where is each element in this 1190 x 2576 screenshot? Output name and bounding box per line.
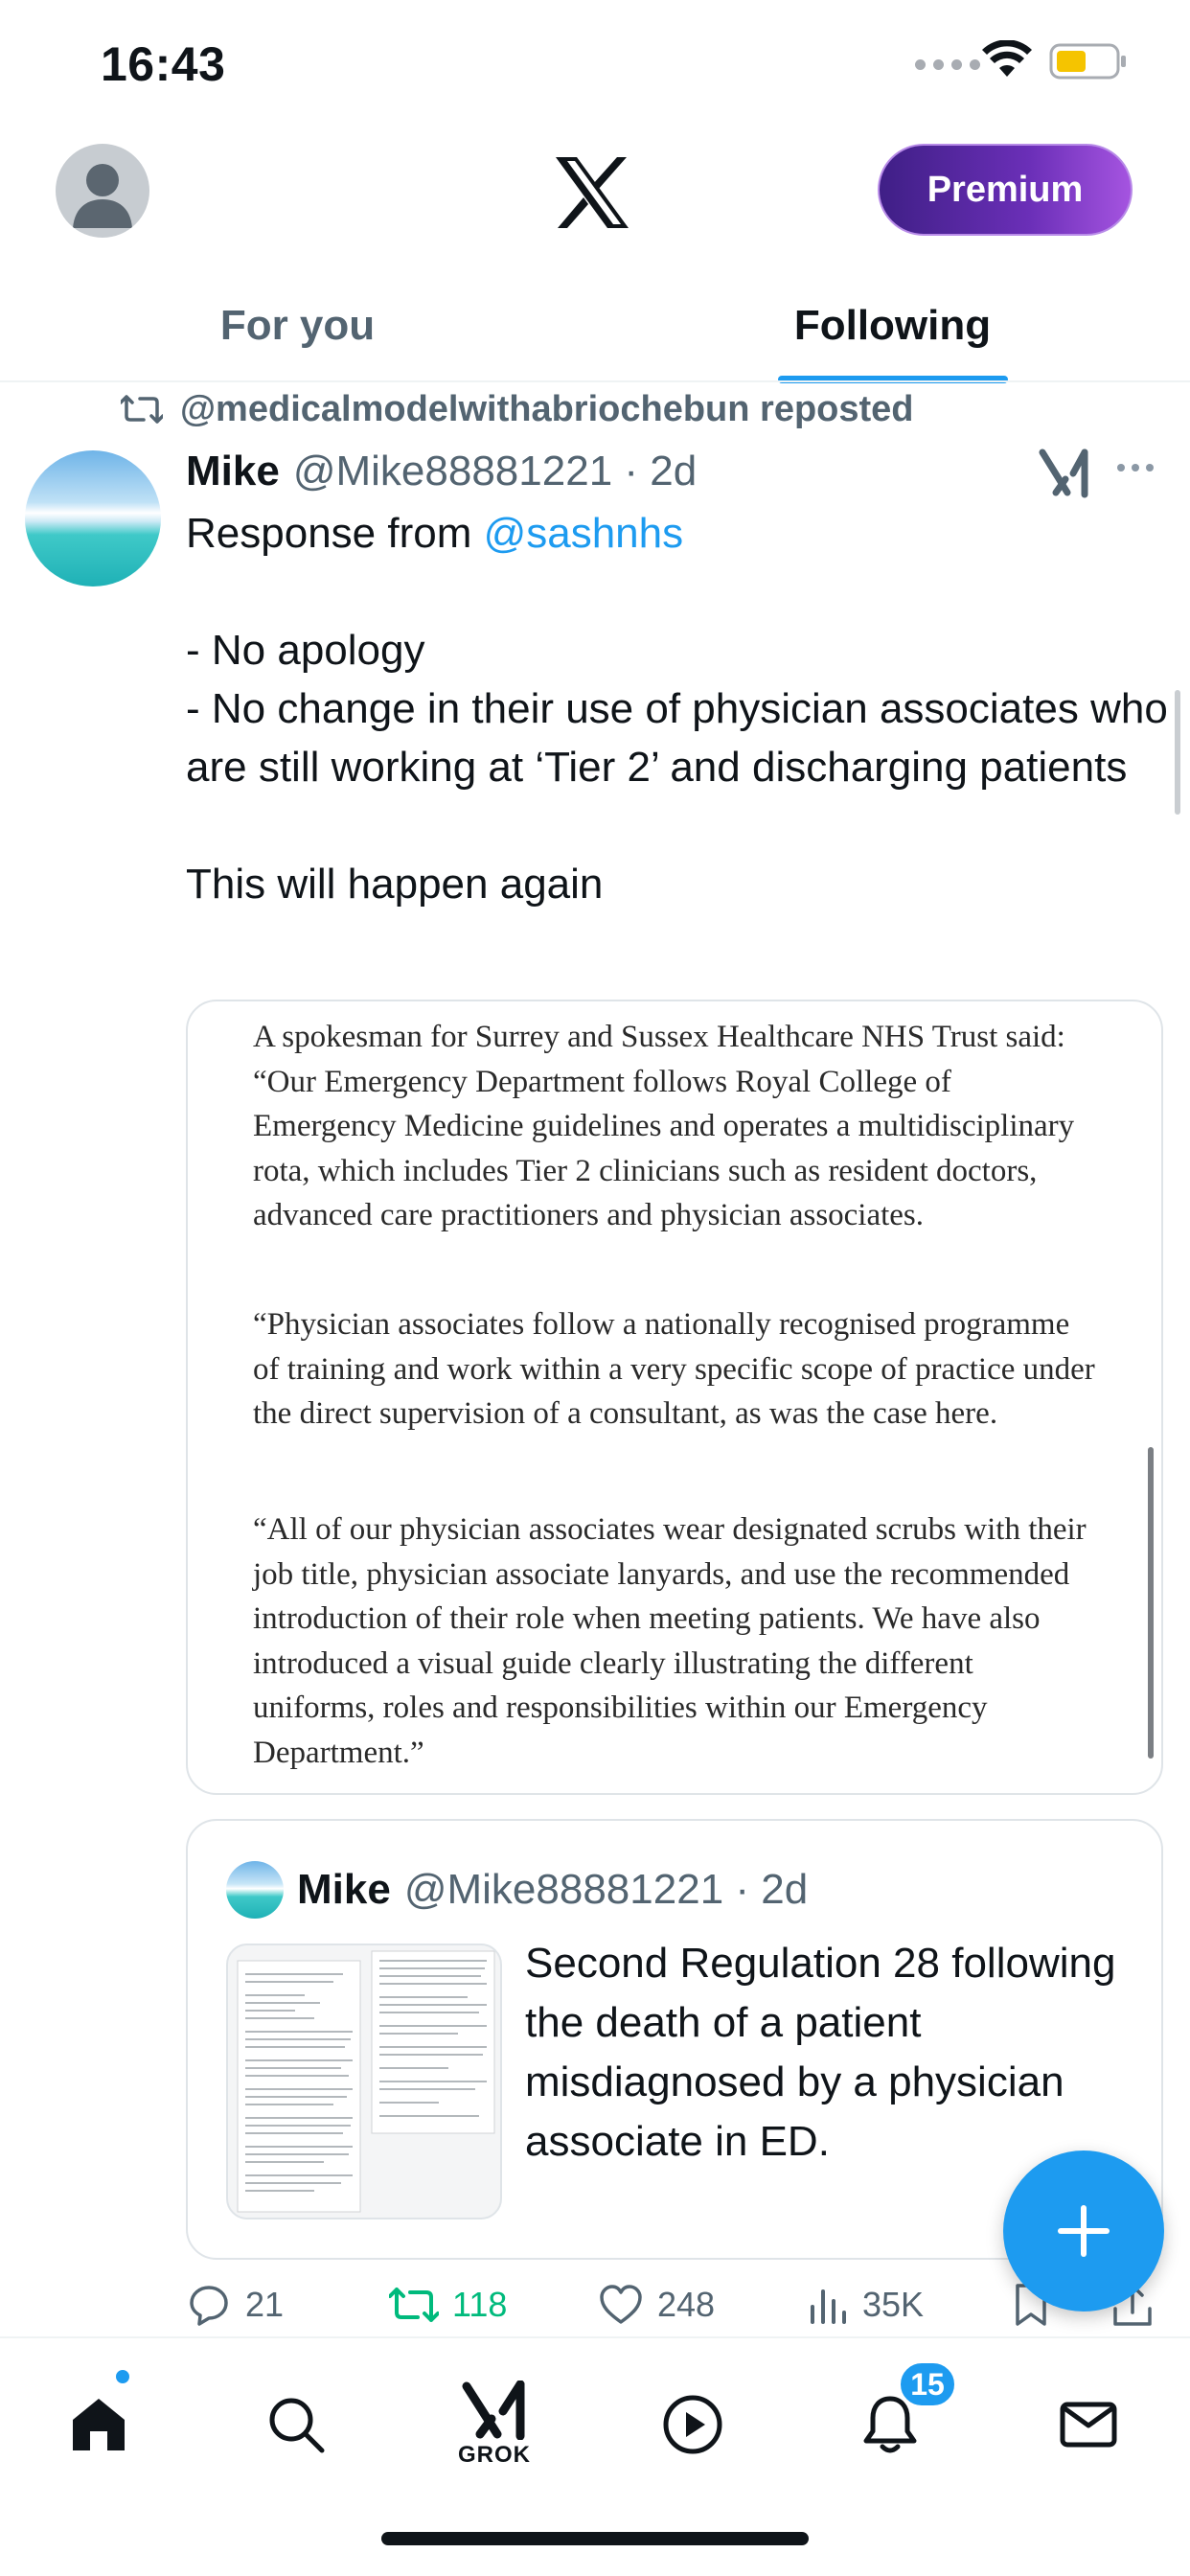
quoted-handle-time: @Mike88881221 · 2d [403,1866,809,1913]
more-options-icon[interactable] [1117,464,1154,472]
document-thumbnail-image [237,1950,495,2213]
home-indicator [381,2532,809,2545]
battery-icon [1049,43,1126,80]
mail-icon [1060,2402,1117,2448]
grok-label: GROK [458,2442,531,2468]
status-bar: 16:43 [0,0,1190,125]
search-icon [269,2398,325,2453]
media-scrollbar [1148,1447,1154,1759]
like-icon [600,2285,642,2324]
reply-count: 21 [245,2285,285,2324]
quoted-author-avatar [226,1861,284,1919]
like-button[interactable]: 248 [598,2271,715,2338]
page-scrollbar[interactable] [1175,690,1180,815]
views-button[interactable]: 35K [807,2271,924,2338]
article-paragraph: A spokesman for Surrey and Sussex Health… [253,1020,1075,1232]
tweet-header: Mike @Mike88881221 · 2d [186,443,697,500]
reposted-by-label: @medicalmodelwithabriochebun reposted [180,388,914,429]
tweet-text-body: - No apology - No change in their use of… [186,627,1168,908]
retweet-count: 118 [452,2285,508,2324]
like-count: 248 [657,2285,716,2324]
compose-icon [1058,2205,1110,2257]
reply-icon [190,2286,228,2326]
premium-button[interactable]: Premium [878,144,1133,236]
views-icon [811,2289,846,2324]
nav-video[interactable] [645,2367,741,2482]
status-time: 16:43 [101,37,226,91]
timeline-tabs: For you Following [0,268,1190,383]
grok-icon [462,2380,525,2440]
quoted-document-thumbnail [226,1944,502,2220]
article-paragraph: “All of our physician associates wear de… [253,1512,1087,1770]
grok-icon[interactable] [1039,447,1090,498]
tweet-media-image[interactable]: A spokesman for Surrey and Sussex Health… [186,1000,1163,1795]
top-header: Premium For you Following [0,125,1190,383]
retweet-button[interactable]: 118 [389,2271,507,2338]
retweet-icon [121,395,163,424]
play-icon [663,2395,722,2454]
retweet-icon [389,2288,439,2322]
mention-link[interactable]: @sashnhs [484,510,684,557]
tweet-text: Response from @sashnhs - No apology - No… [186,504,1173,913]
tweet-text-prefix: Response from [186,510,484,557]
home-icon [73,2399,125,2450]
article-paragraph: “Physician associates follow a nationall… [253,1307,1095,1431]
tweet-author-avatar[interactable] [25,450,161,586]
cellular-signal-icon [915,59,980,70]
nav-grok[interactable]: GROK [446,2367,542,2482]
nav-messages[interactable] [1041,2367,1136,2482]
notifications-badge: 15 [897,2359,958,2409]
repost-context[interactable]: @medicalmodelwithabriochebun reposted [121,385,914,433]
reply-button[interactable]: 21 [186,2271,284,2338]
header-divider [0,380,1190,382]
quoted-tweet-text: Second Regulation 28 following the death… [525,1940,1116,2165]
profile-avatar-button[interactable] [56,144,149,238]
tab-following-label: Following [793,302,992,349]
tweet-handle-time[interactable]: @Mike88881221 · 2d [293,448,697,495]
tab-following[interactable]: Following [595,268,1190,383]
tab-for-you-label: For you [219,302,376,349]
quoted-tweet-header: Mike @Mike88881221 · 2d [297,1859,808,1920]
quoted-author-name: Mike [297,1866,391,1913]
profile-placeholder-icon [73,164,132,228]
tweet-author-name[interactable]: Mike [186,448,280,495]
tab-for-you[interactable]: For you [0,268,595,383]
compose-button[interactable] [1003,2150,1164,2312]
views-count: 35K [862,2285,925,2324]
nav-search[interactable] [248,2367,344,2482]
nav-home[interactable] [51,2367,147,2482]
wifi-icon [982,40,1032,77]
x-logo-icon[interactable] [554,157,630,228]
home-unread-dot [113,2367,132,2386]
